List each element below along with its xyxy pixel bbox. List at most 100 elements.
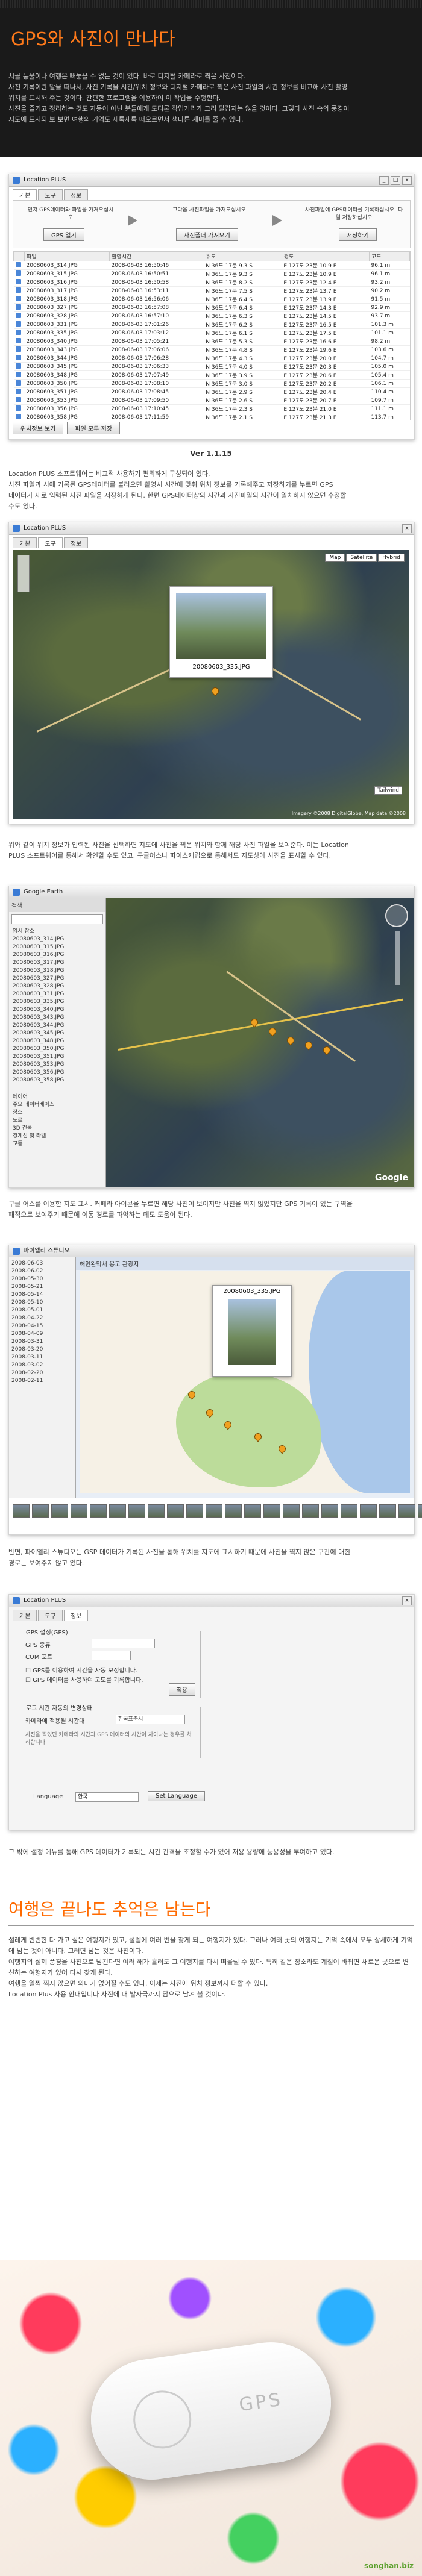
tree-item[interactable]: 20080603_335.JPG [13,998,102,1006]
layer-item[interactable]: 레이어 [13,1093,102,1101]
table-row[interactable]: 20080603_353.JPG 2008-06-03 17:09:50 N 36도… [13,396,410,405]
table-row[interactable]: 20080603_340.JPG 2008-06-03 17:05:21 N 36도… [13,337,410,346]
map-type-hybrid[interactable]: Hybrid [378,554,405,562]
table-row[interactable]: 20080603_318.JPG 2008-06-03 16:56:06 N 36도… [13,295,410,304]
table-row[interactable]: 20080603_317.JPG 2008-06-03 16:53:11 N 36도… [13,286,410,295]
tree-item[interactable]: 20080603_316.JPG [13,951,102,959]
tree-item[interactable]: 20080603_343.JPG [13,1014,102,1022]
tree-item[interactable]: 20080603_348.JPG [13,1037,102,1045]
photo-thumbnail[interactable] [379,1504,396,1518]
save-all-button[interactable]: 파일 모두 저장 [67,422,120,434]
col-file[interactable]: 파일 [24,251,110,261]
photo-popup[interactable]: 20080603_335.JPG [212,1285,292,1377]
camera-marker-icon[interactable] [285,1035,296,1046]
tree-item[interactable]: 20080603_350.JPG [13,1045,102,1053]
photo-thumbnail[interactable] [283,1504,300,1518]
earth-view[interactable]: Google [106,898,414,1187]
photo-thumbnail[interactable] [302,1504,319,1518]
tab-tools[interactable]: 도구 [38,537,63,548]
camera-marker-icon[interactable] [321,1045,332,1055]
photo-thumbnail[interactable] [90,1504,107,1518]
zoom-control[interactable] [17,555,30,592]
file-list[interactable]: 파일 촬영시간 위도 경도 고도 20080603_314.JPG 2008-06… [13,251,411,420]
tree-item[interactable]: 20080603_318.JPG [13,967,102,975]
folder-item[interactable]: 2008-05-10 [11,1299,73,1307]
folder-item[interactable]: 2008-05-30 [11,1275,73,1283]
close-button[interactable]: x [402,1596,412,1605]
table-row[interactable]: 20080603_343.JPG 2008-06-03 17:06:06 N 36도… [13,345,410,354]
search-input[interactable] [11,914,103,924]
tab-tools[interactable]: 도구 [38,1610,63,1621]
timezone-select[interactable]: 한국표준시 [116,1715,185,1724]
import-photos-button[interactable]: 사진폴더 가져오기 [176,228,238,241]
folder-item[interactable]: 2008-02-20 [11,1369,73,1377]
layer-item[interactable]: 장소 [13,1109,102,1117]
table-row[interactable]: 20080603_335.JPG 2008-06-03 17:03:12 N 36도… [13,328,410,337]
col-lon[interactable]: 경도 [281,251,370,261]
table-row[interactable]: 20080603_348.JPG 2008-06-03 17:07:49 N 36도… [13,370,410,380]
table-row[interactable]: 20080603_328.JPG 2008-06-03 16:57:10 N 36도… [13,311,410,320]
folder-item[interactable]: 2008-03-31 [11,1338,73,1346]
tree-item[interactable]: 20080603_317.JPG [13,959,102,967]
tree-item[interactable]: 20080603_314.JPG [13,936,102,943]
photo-thumbnail[interactable] [13,1504,30,1518]
layer-item[interactable]: 도로 [13,1117,102,1125]
maximize-button[interactable]: □ [391,176,400,185]
zoom-slider[interactable] [395,931,400,985]
tab-info[interactable]: 정보 [63,537,89,548]
checkbox-icon[interactable]: ☐ [25,1668,31,1674]
photo-thumbnail[interactable] [263,1504,280,1518]
layers-tree[interactable]: 레이어 주요 데이터베이스 장소 도로 3D 건물 경계선 및 라벨 교통 [9,1092,106,1149]
navigation-compass-icon[interactable] [385,904,408,927]
camera-marker-icon[interactable] [267,1026,278,1037]
col-lat[interactable]: 위도 [203,251,282,261]
table-row[interactable]: 20080603_315.JPG 2008-06-03 16:50:51 N 36도… [13,269,410,278]
option-row[interactable]: ☐ GPS를 이용하여 시간을 자동 보정합니다. [25,1665,137,1674]
table-row[interactable]: 20080603_344.JPG 2008-06-03 17:06:28 N 36도… [13,354,410,363]
camera-marker-icon[interactable] [303,1040,314,1051]
tree-item[interactable]: 임시 장소 [13,928,102,936]
col-time[interactable]: 촬영시간 [109,251,204,261]
photo-thumbnail[interactable] [109,1504,126,1518]
minimize-button[interactable]: _ [379,176,389,185]
set-language-button[interactable]: Set Language [148,1791,205,1801]
language-select[interactable]: 한국 [75,1792,139,1802]
folder-item[interactable]: 2008-02-11 [11,1377,73,1385]
photo-thumbnail[interactable] [32,1504,49,1518]
photo-popup[interactable]: 20080603_335.JPG [169,586,273,678]
table-row[interactable]: 20080603_350.JPG 2008-06-03 17:08:10 N 36도… [13,379,410,388]
tab-basic[interactable]: 기본 [13,189,37,200]
tree-item[interactable]: 20080603_340.JPG [13,1006,102,1014]
tab-info[interactable]: 정보 [63,189,89,200]
photo-thumbnail[interactable] [398,1504,415,1518]
folder-item[interactable]: 2008-05-14 [11,1291,73,1299]
checkbox-icon[interactable]: ☐ [25,1677,31,1684]
photo-thumbnail[interactable] [51,1504,68,1518]
close-button[interactable]: x [402,176,412,185]
table-row[interactable]: 20080603_356.JPG 2008-06-03 17:10:45 N 36도… [13,404,410,413]
apply-button[interactable]: 적용 [168,1683,195,1696]
photo-thumbnail[interactable] [186,1504,203,1518]
save-button[interactable]: 저장하기 [339,228,377,241]
table-row[interactable]: 20080603_351.JPG 2008-06-03 17:08:45 N 36도… [13,387,410,396]
map-pin-icon[interactable] [210,686,221,696]
folder-item[interactable]: 2008-06-03 [11,1260,73,1268]
tree-item[interactable]: 20080603_353.JPG [13,1061,102,1069]
folder-item[interactable]: 2008-04-09 [11,1330,73,1338]
tab-basic[interactable]: 기본 [13,537,37,548]
tab-basic[interactable]: 기본 [13,1610,37,1621]
folder-item[interactable]: 2008-03-11 [11,1354,73,1361]
tree-item[interactable]: 20080603_344.JPG [13,1022,102,1030]
tree-item[interactable]: 20080603_327.JPG [13,975,102,983]
photo-thumbnail[interactable] [148,1504,165,1518]
folder-item[interactable]: 2008-05-01 [11,1307,73,1315]
map-type-map[interactable]: Map [325,554,345,562]
tree-item[interactable]: 20080603_351.JPG [13,1053,102,1061]
show-location-button[interactable]: 위치정보 보기 [13,422,64,434]
photo-thumbnail[interactable] [206,1504,222,1518]
photo-thumbnail[interactable] [244,1504,261,1518]
layer-item[interactable]: 교통 [13,1140,102,1148]
folder-item[interactable]: 2008-05-21 [11,1283,73,1291]
table-row[interactable]: 20080603_358.JPG 2008-06-03 17:11:59 N 36도… [13,413,410,420]
folder-item[interactable]: 2008-04-15 [11,1322,73,1330]
